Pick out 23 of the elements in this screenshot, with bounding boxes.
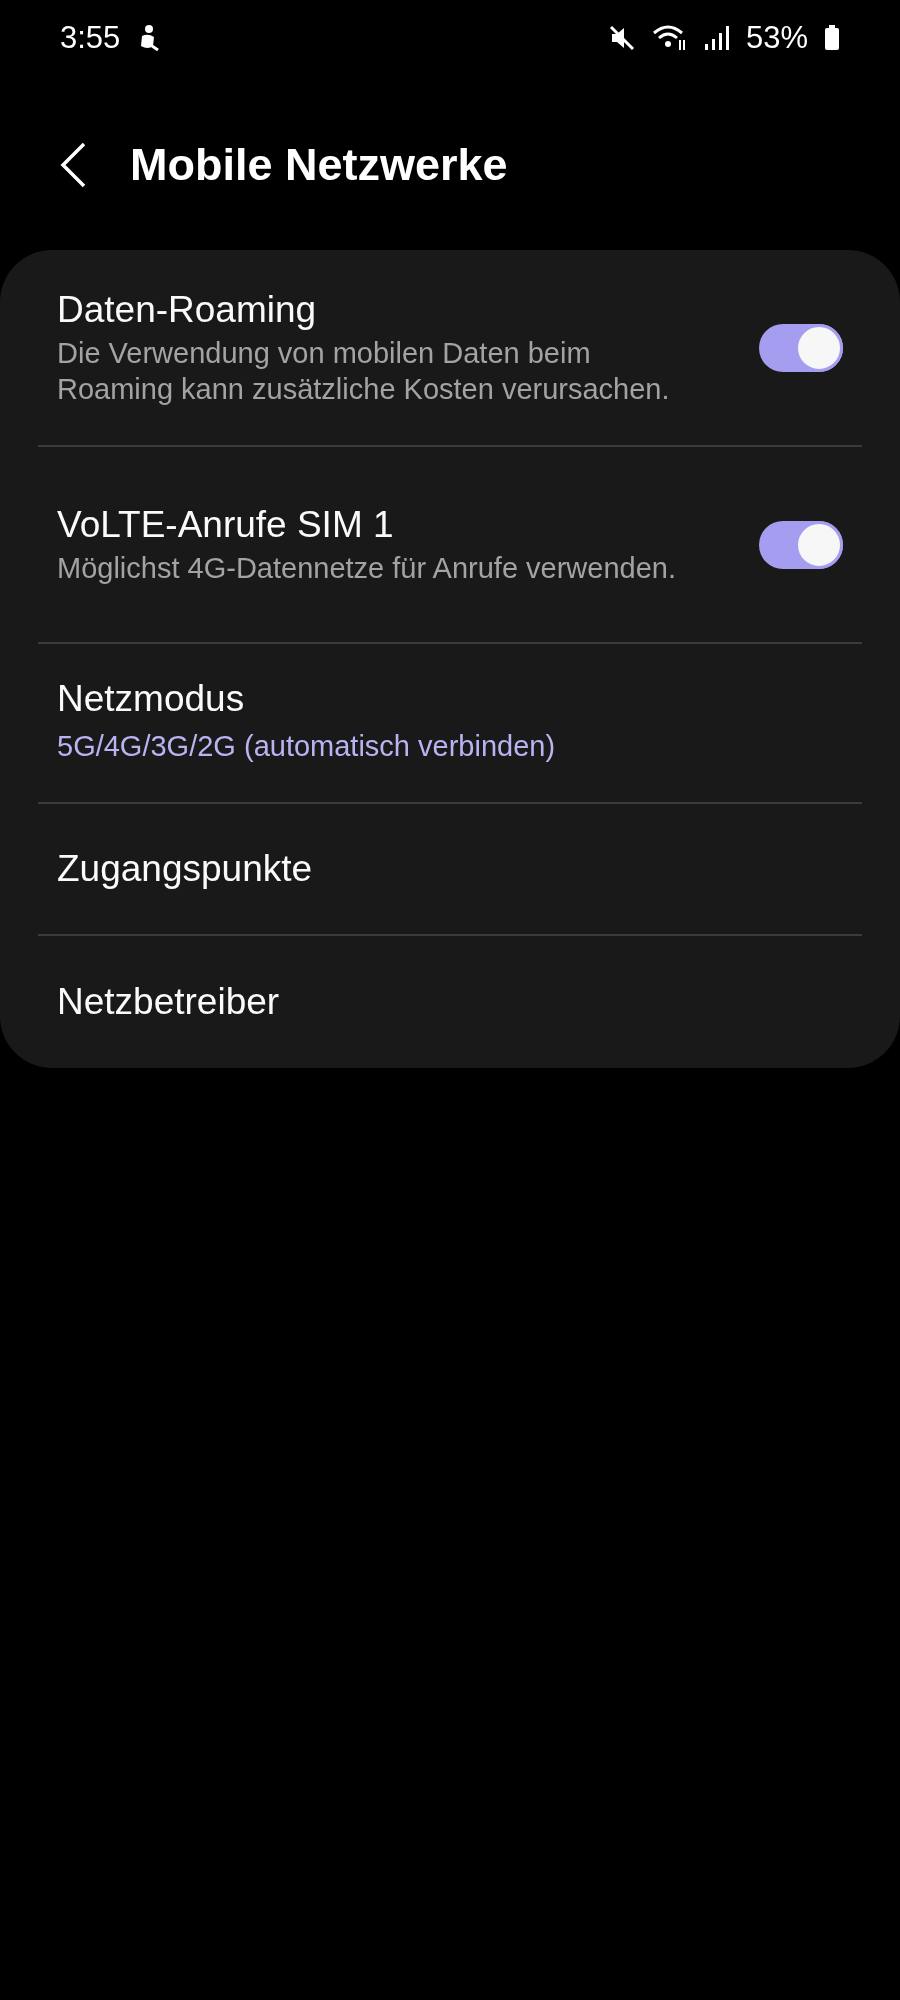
- mute-icon: [607, 24, 636, 52]
- settings-row[interactable]: Netzmodus 5G/4G/3G/2G (automatisch verbinden): [38, 644, 862, 804]
- back-button[interactable]: [58, 141, 88, 189]
- page-title: Mobile Netzwerke: [130, 138, 508, 193]
- setting-title: Daten-Roaming: [57, 287, 318, 332]
- settings-row[interactable]: Zugangspunkte: [38, 804, 862, 936]
- settings-row[interactable]: Daten-Roaming Die Verwendung von mobilen Daten beim Roaming kann zusätzliche Kosten verursachen.: [38, 250, 862, 447]
- signal-icon: [703, 24, 730, 52]
- setting-title: Zugangspunkte: [57, 846, 314, 891]
- toggle-switch[interactable]: [759, 520, 843, 569]
- setting-description: Möglichst 4G-Datennetze für Anrufe verwenden.: [57, 551, 677, 586]
- setting-title: Netzbetreiber: [57, 979, 281, 1024]
- wifi-icon: [651, 24, 688, 52]
- battery-icon: [824, 24, 840, 52]
- status-time: 3:55: [60, 18, 121, 57]
- setting-value: 5G/4G/3G/2G (automatisch verbinden): [57, 729, 557, 765]
- settings-row[interactable]: Netzbetreiber: [38, 936, 862, 1068]
- setting-title: VoLTE-Anrufe SIM 1: [57, 502, 395, 547]
- setting-title: Netzmodus: [57, 677, 246, 722]
- setting-description: Die Verwendung von mobilen Daten beim Roaming kann zusätzliche Kosten verursachen.: [57, 336, 671, 407]
- toggle-switch[interactable]: [759, 323, 843, 372]
- battery-percent: 53%: [745, 18, 808, 57]
- settings-row[interactable]: VoLTE-Anrufe SIM 1 Möglichst 4G-Datennetze für Anrufe verwenden.: [38, 447, 862, 644]
